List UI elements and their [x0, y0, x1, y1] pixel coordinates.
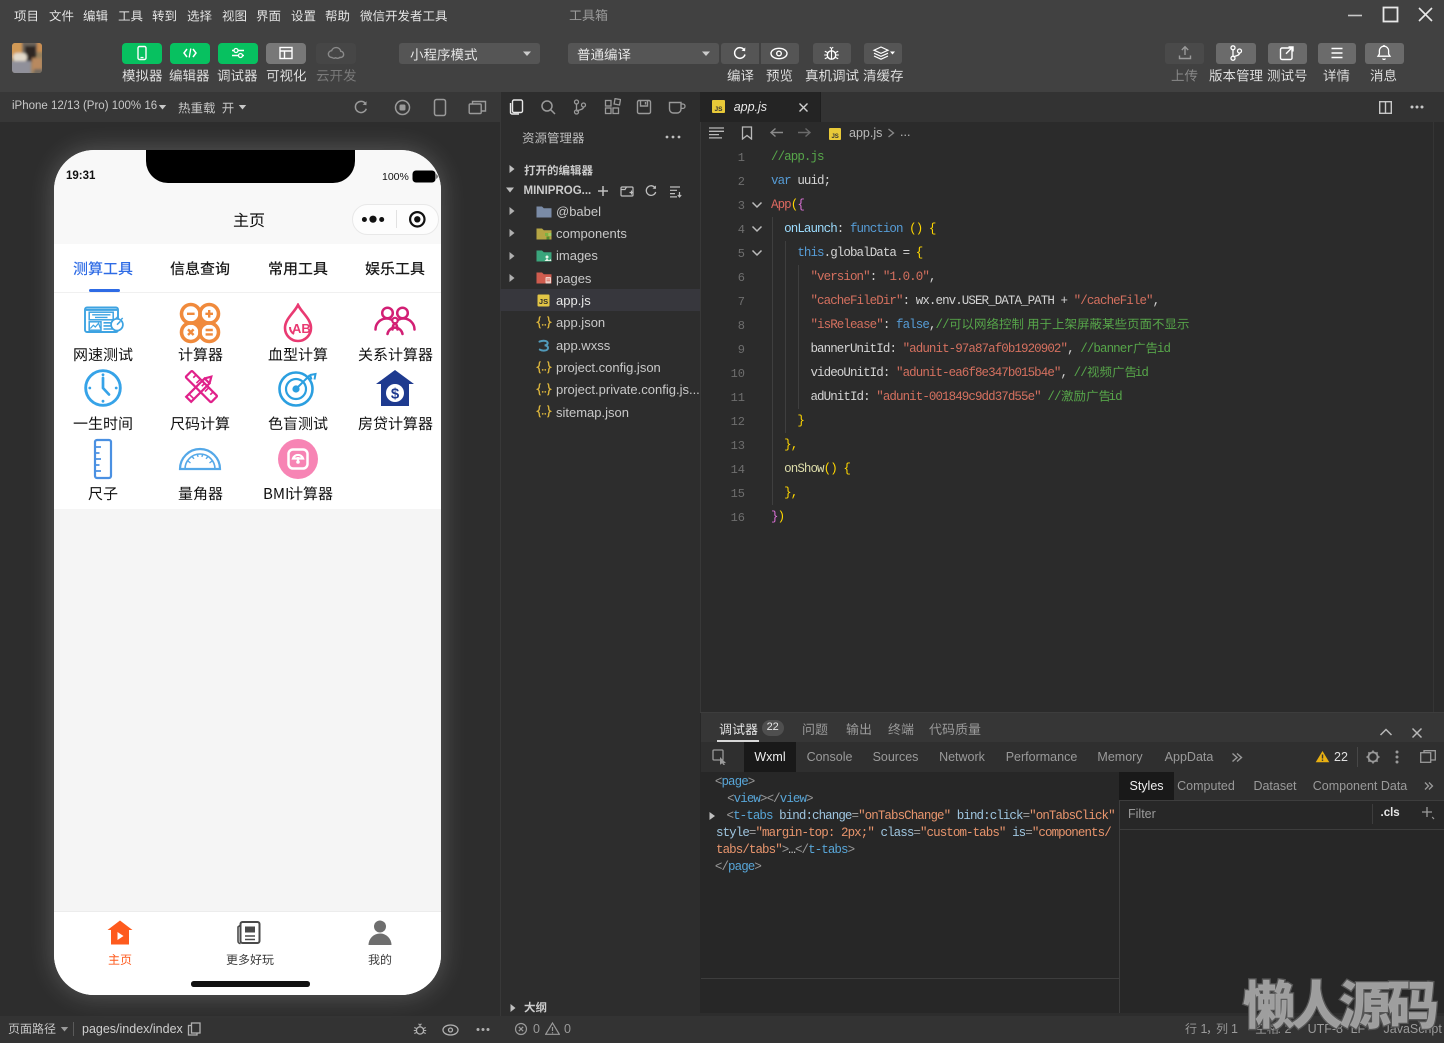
svg-text:JS: JS: [539, 297, 548, 306]
svg-text:JS: JS: [715, 106, 724, 113]
svg-text:$: $: [391, 385, 400, 402]
svg-text:AB: AB: [292, 321, 311, 336]
svg-text:JS: JS: [831, 134, 838, 140]
